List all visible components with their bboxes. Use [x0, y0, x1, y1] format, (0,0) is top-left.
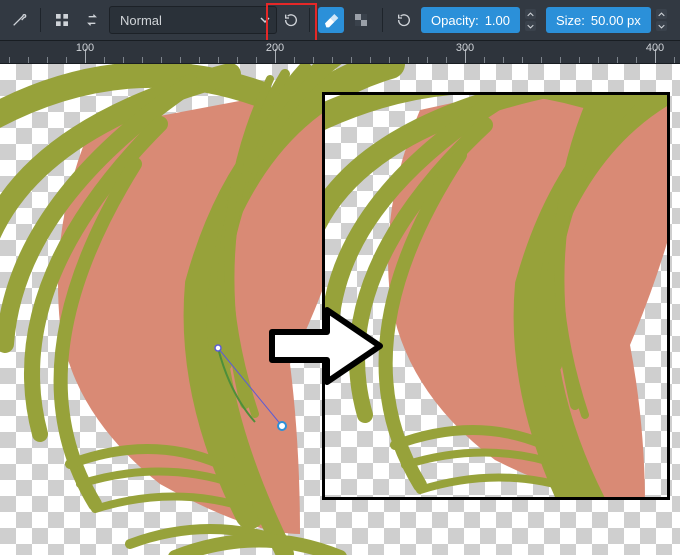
ruler-tick-minor [636, 57, 637, 63]
spinner-up-icon[interactable] [525, 9, 536, 19]
grid-icon[interactable] [49, 7, 75, 33]
ruler-tick-minor [199, 57, 200, 63]
ruler-tick-minor [47, 57, 48, 63]
toolbar-separator [40, 8, 41, 32]
ruler-tick-minor [446, 57, 447, 63]
ruler-tick-minor [9, 57, 10, 63]
ruler-tick-minor [674, 57, 675, 63]
blend-mode-dropdown[interactable]: Normal [109, 6, 277, 34]
size-spinner[interactable] [656, 9, 667, 31]
ruler-tick-minor [541, 57, 542, 63]
ruler-tick-minor [237, 57, 238, 63]
ruler-tick-label: 400 [646, 42, 664, 54]
tutorial-arrow-icon [267, 304, 385, 388]
toolbar-separator [309, 8, 310, 32]
size-slider[interactable]: Size: 50.00 px [546, 7, 651, 33]
ruler-tick-minor [503, 57, 504, 63]
ruler-tick-minor [218, 57, 219, 63]
ruler-tick-minor [617, 57, 618, 63]
ruler-tick-minor [560, 57, 561, 63]
opacity-slider[interactable]: Opacity: 1.00 [421, 7, 520, 33]
ruler-tick-minor [28, 57, 29, 63]
brush-presets-icon[interactable] [6, 7, 32, 33]
comparison-frame [322, 92, 670, 500]
ruler-tick-minor [522, 57, 523, 63]
swap-icon[interactable] [79, 7, 105, 33]
ruler-tick-minor [123, 57, 124, 63]
ruler-tick-minor [256, 57, 257, 63]
ruler-tick-minor [294, 57, 295, 63]
alpha-lock-icon[interactable] [348, 7, 374, 33]
tool-options-toolbar: Normal Opacity: 1.00 Size: 50.00 px [0, 0, 680, 40]
ruler-tick-minor [313, 57, 314, 63]
ruler-tick-minor [408, 57, 409, 63]
ruler-tick-minor [484, 57, 485, 63]
ruler-tick-minor [579, 57, 580, 63]
spinner-up-icon[interactable] [656, 9, 667, 19]
opacity-label: Opacity: [431, 13, 479, 28]
ruler-tick-minor [427, 57, 428, 63]
reset-icon[interactable] [391, 7, 417, 33]
canvas-area[interactable] [0, 64, 680, 555]
opacity-spinner[interactable] [525, 9, 536, 31]
ruler-tick-label: 100 [76, 42, 94, 54]
canvas-artwork-right [325, 95, 667, 497]
toolbar-separator [382, 8, 383, 32]
horizontal-ruler: 100 200 300 400 [0, 40, 680, 64]
ruler-tick-minor [598, 57, 599, 63]
blend-mode-label: Normal [120, 13, 162, 28]
ruler-tick-label: 300 [456, 42, 474, 54]
spinner-down-icon[interactable] [656, 21, 667, 31]
ruler-tick-minor [104, 57, 105, 63]
ruler-tick-minor [351, 57, 352, 63]
ruler-tick-minor [142, 57, 143, 63]
ruler-tick-minor [370, 57, 371, 63]
ruler-tick-minor [389, 57, 390, 63]
size-value: 50.00 px [591, 13, 641, 28]
spinner-down-icon[interactable] [525, 21, 536, 31]
eraser-mode-button[interactable] [318, 7, 344, 33]
ruler-tick-minor [332, 57, 333, 63]
ruler-tick-minor [161, 57, 162, 63]
ruler-tick-minor [180, 57, 181, 63]
ruler-tick-minor [66, 57, 67, 63]
blend-mode-reset-icon[interactable] [281, 7, 301, 33]
size-label: Size: [556, 13, 585, 28]
chevron-down-icon [260, 15, 270, 25]
opacity-value: 1.00 [485, 13, 510, 28]
ruler-tick-label: 200 [266, 42, 284, 54]
